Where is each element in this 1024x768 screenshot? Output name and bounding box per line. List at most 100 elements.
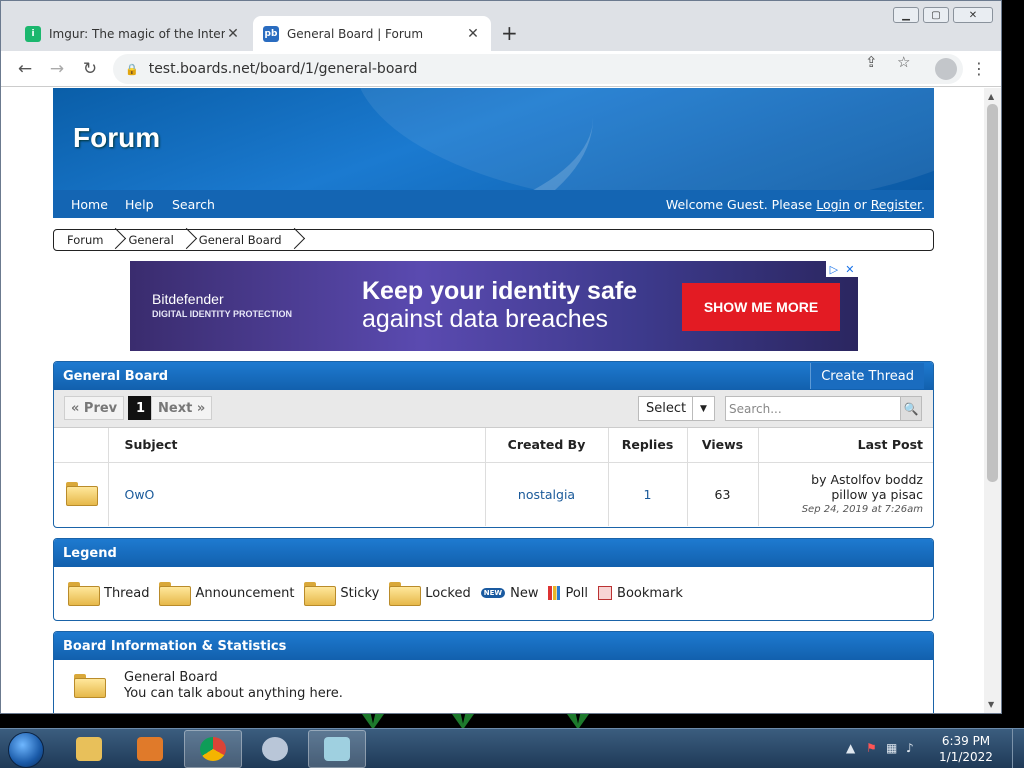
action-center-icon[interactable]: ⚑ [866,741,877,755]
search-icon[interactable]: 🔍 [900,396,922,421]
chevron-down-icon: ▼ [692,397,714,420]
ad-cta-button[interactable]: SHOW ME MORE [682,283,840,331]
thread-folder-icon [68,582,100,606]
show-desktop-button[interactable] [1012,729,1024,768]
table-row: OwO nostalgia 1 63 by Astolfov boddz pil… [54,462,933,526]
breadcrumb-forum[interactable]: Forum [54,230,115,250]
minimize-icon[interactable]: ▁ [893,7,919,23]
taskbar-paint[interactable] [246,730,304,768]
advertisement-banner[interactable]: Bitdefender DIGITAL IDENTITY PROTECTION … [130,261,858,351]
maximize-icon[interactable]: ▢ [923,7,949,23]
close-tab-icon[interactable]: ✕ [465,26,481,42]
col-last-post[interactable]: Last Post [757,428,933,463]
scroll-down-icon[interactable]: ▼ [988,700,994,709]
table-header-row: Subject Created By Replies Views Last Po… [54,428,933,463]
taskbar-chrome[interactable] [184,730,242,768]
browser-toolbar: ← → ↻ 🔒 test.boards.net/board/1/general-… [1,51,1001,87]
clock-time: 6:39 PM [941,734,991,748]
lock-icon[interactable]: 🔒 [125,63,139,76]
nav-help[interactable]: Help [125,197,154,212]
site-title[interactable]: Forum [73,122,160,154]
col-views[interactable]: Views [686,428,758,463]
current-page: 1 [128,396,154,420]
media-player-icon [137,737,163,761]
col-replies[interactable]: Replies [607,428,687,463]
board-panel: General Board Create Thread « Prev 1 Nex… [53,361,934,528]
locked-folder-icon [389,582,422,606]
share-icon[interactable]: ⇪ [865,53,878,71]
taskbar-clock[interactable]: 6:39 PM 1/1/2022 [936,733,996,765]
ad-choices[interactable]: ▷ ✕ [826,261,858,277]
tab-title: General Board | Forum [287,26,424,41]
profile-avatar[interactable] [935,58,957,80]
nav-home[interactable]: Home [71,197,108,212]
ad-subtitle: DIGITAL IDENTITY PROTECTION [152,309,293,319]
legend-bookmark: Bookmark [598,586,683,601]
taskbar-notepad[interactable] [308,730,366,768]
prev-page-button[interactable]: « Prev [64,396,125,420]
close-tab-icon[interactable]: ✕ [225,26,241,42]
legend-poll: Poll [548,586,588,601]
address-bar[interactable]: 🔒 test.boards.net/board/1/general-board [113,54,963,84]
legend-locked: Locked [389,582,471,606]
col-subject[interactable]: Subject [107,428,485,463]
info-board-name[interactable]: General Board [124,670,218,685]
taskbar-explorer[interactable] [60,730,118,768]
taskbar-media-player[interactable] [121,730,179,768]
new-tab-icon[interactable]: + [501,22,518,44]
start-button[interactable] [8,732,44,768]
create-thread-button[interactable]: Create Thread [810,363,924,389]
new-badge-icon: NEW [480,588,506,598]
bookmark-star-icon[interactable]: ☆ [897,53,910,71]
register-link[interactable]: Register [871,197,921,212]
col-created-by[interactable]: Created By [484,428,608,463]
board-info-header: Board Information & Statistics [54,632,933,660]
wallpaper-leaf [362,714,384,728]
tab-imgur[interactable]: i Imgur: The magic of the Internet ✕ [15,16,251,51]
volume-icon[interactable]: ♪ [906,741,914,755]
thread-action-select[interactable]: Select ▼ [638,396,715,421]
thread-replies[interactable]: 1 [644,487,652,502]
scroll-up-icon[interactable]: ▲ [988,92,994,101]
tab-general-board[interactable]: pb General Board | Forum ✕ [253,16,491,51]
bookmark-icon [598,586,613,600]
network-icon[interactable]: ▦ [886,741,897,755]
browser-window: i Imgur: The magic of the Internet ✕ pb … [0,0,1002,714]
system-tray: ▲ ⚑ ▦ ♪ 6:39 PM 1/1/2022 [834,729,1024,768]
reload-icon[interactable]: ↻ [78,57,102,81]
breadcrumb-general-board[interactable]: General Board [186,230,294,250]
board-title: General Board [63,369,169,384]
thread-author-link[interactable]: nostalgia [518,487,575,502]
close-window-icon[interactable]: ✕ [953,7,993,23]
ad-headline-2: against data breaches [362,305,609,333]
clock-date: 1/1/2022 [939,750,993,764]
menu-kebab-icon[interactable]: ⋮ [971,59,987,78]
back-icon[interactable]: ← [13,57,37,81]
ad-close-icon[interactable]: ✕ [845,263,854,276]
url-text: test.boards.net/board/1/general-board [148,61,418,77]
legend-sticky: Sticky [304,582,379,606]
tab-title: Imgur: The magic of the Internet [49,26,225,41]
notepad-icon [324,737,350,761]
legend-announcement: Announcement [159,582,294,606]
login-link[interactable]: Login [816,197,850,212]
paint-icon [262,737,288,761]
adchoices-icon[interactable]: ▷ [830,263,838,276]
next-page-button[interactable]: Next » [151,396,213,420]
forum-banner: Forum [53,88,934,190]
legend-new: NEW New [480,586,538,601]
last-post-date[interactable]: Sep 24, 2019 at 7:26am [759,502,923,517]
show-hidden-icons[interactable]: ▲ [846,741,855,755]
board-search-input[interactable]: Search... [725,396,901,421]
forward-icon[interactable]: → [45,57,69,81]
breadcrumb-general[interactable]: General [115,230,185,250]
last-post-author[interactable]: by Astolfov boddz pillow ya pisac [759,472,923,502]
scrollbar-thumb[interactable] [987,104,998,482]
info-board-description: You can talk about anything here. [124,686,343,701]
thread-views: 63 [686,462,758,526]
thread-subject-link[interactable]: OwO [125,487,155,502]
legend-thread: Thread [68,582,149,606]
welcome-message: Welcome Guest. Please Login or Register. [665,197,925,212]
page-scrollbar[interactable]: ▲ ▼ [984,88,1001,713]
nav-search[interactable]: Search [172,197,215,212]
